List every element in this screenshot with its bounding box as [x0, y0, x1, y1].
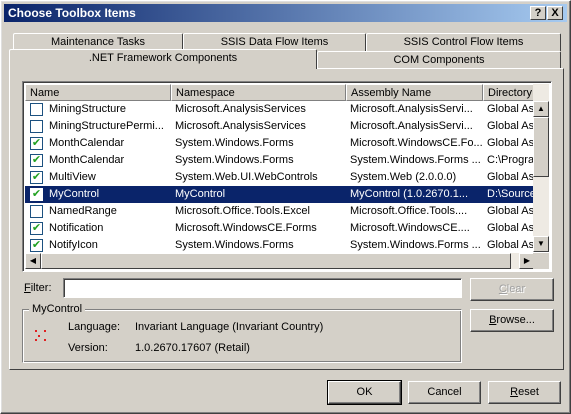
cell-assembly: Microsoft.AnalysisServi...	[350, 120, 473, 132]
row-checkbox[interactable]	[30, 171, 43, 184]
row-checkbox[interactable]	[30, 239, 43, 252]
tab-net-framework-components[interactable]: .NET Framework Components	[9, 49, 317, 69]
cell-name: NotifyIcon	[49, 239, 98, 251]
table-row[interactable]: NotifyIcon System.Windows.Forms System.Win…	[25, 237, 535, 254]
cell-namespace: MyControl	[175, 188, 226, 200]
help-button[interactable]: ?	[530, 6, 546, 20]
cell-assembly: System.Windows.Forms ...	[350, 239, 481, 251]
language-label: Language:	[68, 321, 120, 333]
horizontal-scrollbar[interactable]: ◀ ▶	[25, 253, 535, 269]
table-row[interactable]: MonthCalendar System.Windows.Forms System.…	[25, 152, 535, 169]
cell-name: Notification	[49, 222, 104, 234]
cell-directory: Global Ass	[487, 120, 535, 132]
tab-label: SSIS Control Flow Items	[403, 36, 524, 48]
window-title: Choose Toolbox Items	[8, 6, 136, 20]
tab-label: Maintenance Tasks	[51, 36, 145, 48]
row-checkbox[interactable]	[30, 188, 43, 201]
cell-directory: Global Ass	[487, 205, 535, 217]
row-checkbox[interactable]	[30, 222, 43, 235]
cell-name: MyControl	[49, 188, 100, 200]
cell-namespace: Microsoft.AnalysisServices	[175, 120, 306, 132]
choose-toolbox-items-dialog: Choose Toolbox Items ? X Maintenance Tas…	[0, 0, 571, 414]
close-button[interactable]: X	[547, 6, 563, 20]
version-label: Version:	[68, 342, 108, 354]
details-group-title: MyControl	[29, 303, 86, 315]
cell-namespace: System.Windows.Forms	[175, 239, 294, 251]
tab-com-components[interactable]: COM Components	[317, 51, 561, 69]
cell-assembly: System.Windows.Forms ...	[350, 154, 481, 166]
cell-directory: C:\Progra	[487, 154, 535, 166]
table-row[interactable]: MonthCalendar System.Windows.Forms Microso…	[25, 135, 535, 152]
row-checkbox[interactable]	[30, 205, 43, 218]
cell-namespace: Microsoft.Office.Tools.Excel	[175, 205, 310, 217]
cell-name: MiningStructurePermi...	[49, 120, 164, 132]
vertical-scroll-thumb[interactable]	[533, 117, 549, 177]
ok-button[interactable]: OK	[327, 380, 402, 405]
browse-button[interactable]: Browse...	[470, 309, 554, 332]
cell-namespace: System.Windows.Forms	[175, 137, 294, 149]
tab-label: SSIS Data Flow Items	[220, 36, 329, 48]
table-row[interactable]: MiningStructure Microsoft.AnalysisService…	[25, 101, 535, 118]
cell-directory: Global Ass	[487, 239, 535, 251]
cell-name: MonthCalendar	[49, 154, 125, 166]
component-icon	[34, 329, 48, 343]
column-header-assembly-name[interactable]: Assembly Name	[346, 84, 483, 101]
cancel-button[interactable]: Cancel	[408, 381, 481, 404]
cell-assembly: Microsoft.WindowsCE.Fo...	[350, 137, 483, 149]
tab-ssis-control-flow-items[interactable]: SSIS Control Flow Items	[366, 33, 561, 51]
row-checkbox[interactable]	[30, 120, 43, 133]
tab-label: .NET Framework Components	[88, 52, 238, 64]
column-header-namespace[interactable]: Namespace	[171, 84, 346, 101]
clear-button[interactable]: Clear	[470, 278, 554, 301]
cell-assembly: Microsoft.WindowsCE....	[350, 222, 470, 234]
filter-input[interactable]	[63, 278, 462, 298]
column-header-name[interactable]: Name	[25, 84, 171, 101]
cell-name: MultiView	[49, 171, 96, 183]
row-checkbox[interactable]	[30, 154, 43, 167]
cell-directory: Global Ass	[487, 103, 535, 115]
scroll-corner	[533, 253, 549, 269]
row-checkbox[interactable]	[30, 137, 43, 150]
cell-directory: Global Ass	[487, 171, 535, 183]
list-header: Name Namespace Assembly Name Directory	[25, 84, 545, 101]
table-row[interactable]: MiningStructurePermi... Microsoft.Analysi…	[25, 118, 535, 135]
vertical-scrollbar[interactable]: ▲ ▼	[533, 84, 549, 252]
cell-assembly: System.Web (2.0.0.0)	[350, 171, 457, 183]
language-value: Invariant Language (Invariant Country)	[135, 321, 324, 333]
table-row[interactable]: Notification Microsoft.WindowsCE.Forms Mic…	[25, 220, 535, 237]
cell-assembly: Microsoft.AnalysisServi...	[350, 103, 473, 115]
cell-directory: Global Ass	[487, 222, 535, 234]
filter-label: Filter:	[24, 282, 52, 294]
scroll-up-button[interactable]: ▲	[533, 101, 549, 117]
table-row[interactable]: NamedRange Microsoft.Office.Tools.Excel Mi…	[25, 203, 535, 220]
cell-directory: Global Ass	[487, 137, 535, 149]
reset-button[interactable]: Reset	[488, 381, 561, 404]
cell-directory: D:\Source	[487, 188, 535, 200]
scroll-left-button[interactable]: ◀	[25, 253, 41, 269]
tab-label: COM Components	[393, 54, 485, 66]
version-value: 1.0.2670.17607 (Retail)	[135, 342, 250, 354]
cell-assembly: MyControl (1.0.2670.1...	[350, 188, 469, 200]
horizontal-scroll-thumb[interactable]	[41, 253, 511, 269]
cell-namespace: System.Windows.Forms	[175, 154, 294, 166]
cell-namespace: System.Web.UI.WebControls	[175, 171, 318, 183]
cell-assembly: Microsoft.Office.Tools....	[350, 205, 468, 217]
components-list[interactable]: Name Namespace Assembly Name Directory M…	[22, 81, 552, 272]
details-groupbox	[22, 309, 462, 363]
table-row[interactable]: MultiView System.Web.UI.WebControls System…	[25, 169, 535, 186]
cell-name: MiningStructure	[49, 103, 127, 115]
cell-namespace: Microsoft.WindowsCE.Forms	[175, 222, 317, 234]
cell-namespace: Microsoft.AnalysisServices	[175, 103, 306, 115]
scroll-down-button[interactable]: ▼	[533, 236, 549, 252]
cell-name: NamedRange	[49, 205, 117, 217]
cell-name: MonthCalendar	[49, 137, 125, 149]
row-checkbox[interactable]	[30, 103, 43, 116]
title-bar[interactable]: Choose Toolbox Items ? X	[4, 4, 567, 22]
table-row[interactable]: MyControl MyControl MyControl (1.0.2670.1.…	[25, 186, 535, 203]
